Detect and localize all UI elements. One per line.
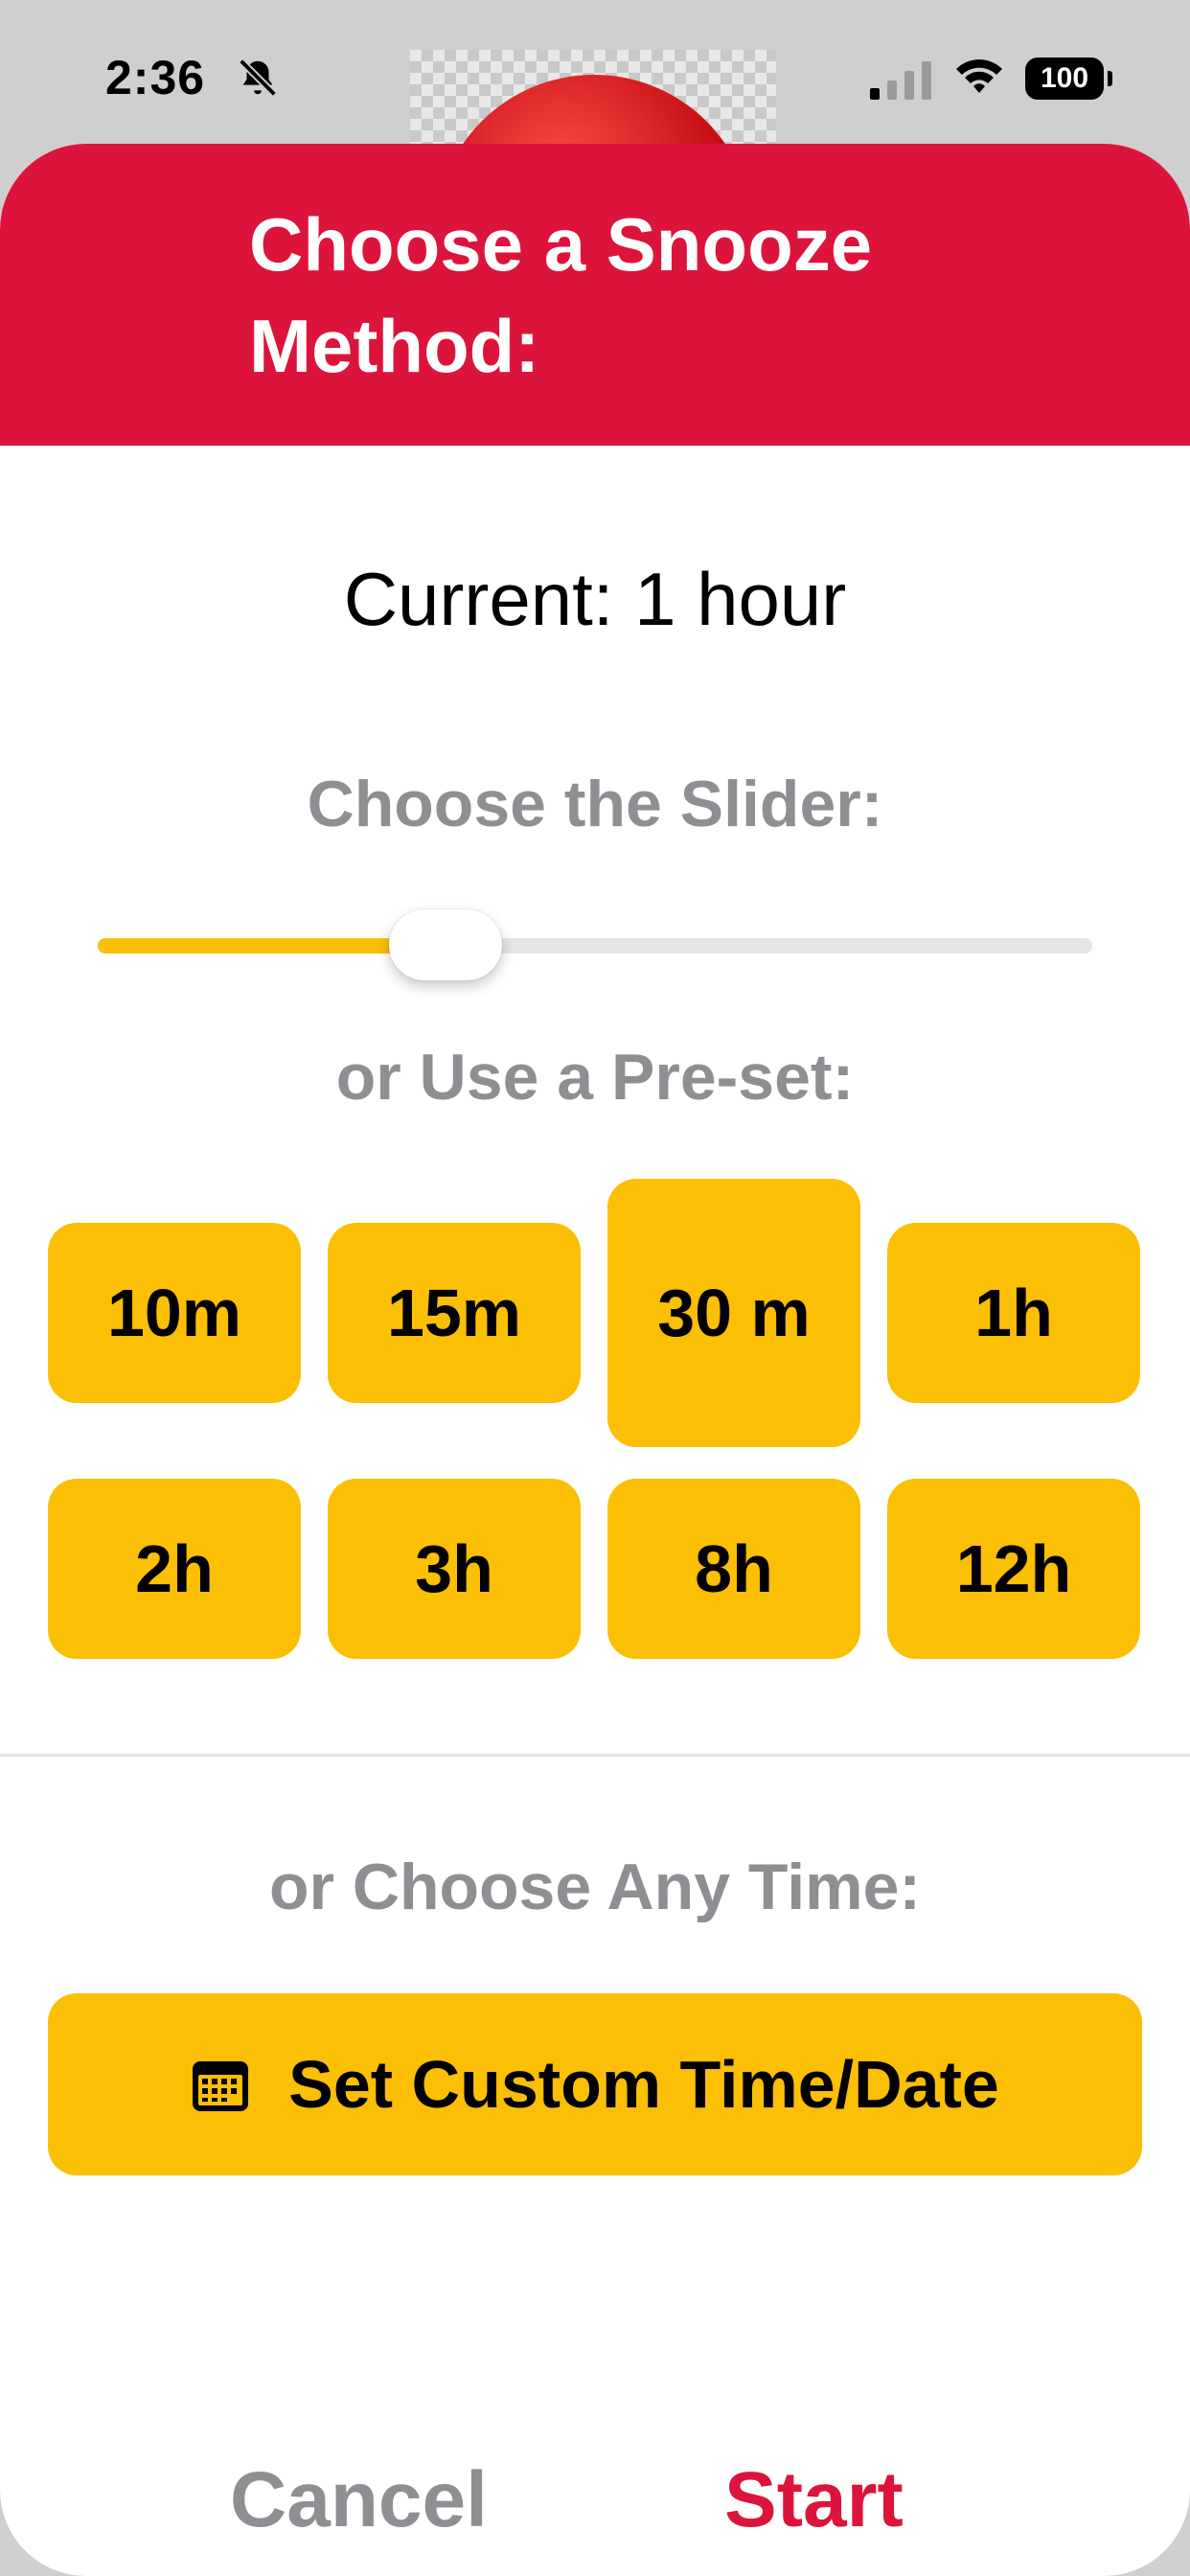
status-bar: 2:36 100 bbox=[0, 0, 1190, 174]
current-snooze: Current: 1 hour bbox=[343, 557, 847, 641]
snooze-sheet: Choose a Snooze Method: Current: 1 hour … bbox=[0, 144, 1190, 2576]
battery-icon: 100 bbox=[1025, 58, 1104, 100]
bell-slash-icon bbox=[239, 58, 277, 97]
sheet-title: Choose a Snooze Method: bbox=[249, 202, 873, 388]
preset-button-8h[interactable]: 8h bbox=[607, 1479, 860, 1659]
cellular-signal-icon bbox=[870, 61, 931, 100]
preset-button-12h[interactable]: 12h bbox=[887, 1479, 1140, 1659]
start-button[interactable]: Start bbox=[724, 2455, 904, 2545]
status-time: 2:36 bbox=[105, 51, 206, 104]
preset-button-10m[interactable]: 10m bbox=[48, 1223, 301, 1403]
preset-label: or Use a Pre-set: bbox=[335, 1041, 855, 1114]
snooze-slider[interactable] bbox=[98, 909, 1092, 980]
preset-button-30m[interactable]: 30 m bbox=[607, 1179, 860, 1447]
sheet-header: Choose a Snooze Method: bbox=[0, 144, 1190, 446]
section-divider bbox=[0, 1754, 1190, 1757]
cancel-button[interactable]: Cancel bbox=[230, 2455, 488, 2545]
preset-button-1h[interactable]: 1h bbox=[887, 1223, 1140, 1403]
custom-time-label: or Choose Any Time: bbox=[268, 1851, 922, 1923]
set-custom-time-label: Set Custom Time/Date bbox=[288, 2047, 999, 2122]
slider-thumb[interactable] bbox=[389, 909, 503, 980]
preset-button-3h[interactable]: 3h bbox=[328, 1479, 581, 1659]
calendar-icon bbox=[193, 2061, 249, 2111]
set-custom-time-button[interactable]: Set Custom Time/Date bbox=[48, 1993, 1142, 2175]
preset-button-2h[interactable]: 2h bbox=[48, 1479, 301, 1659]
slider-label: Choose the Slider: bbox=[307, 768, 883, 840]
wifi-icon bbox=[956, 59, 1002, 93]
battery-tip bbox=[1108, 71, 1112, 86]
preset-button-15m[interactable]: 15m bbox=[328, 1223, 581, 1403]
